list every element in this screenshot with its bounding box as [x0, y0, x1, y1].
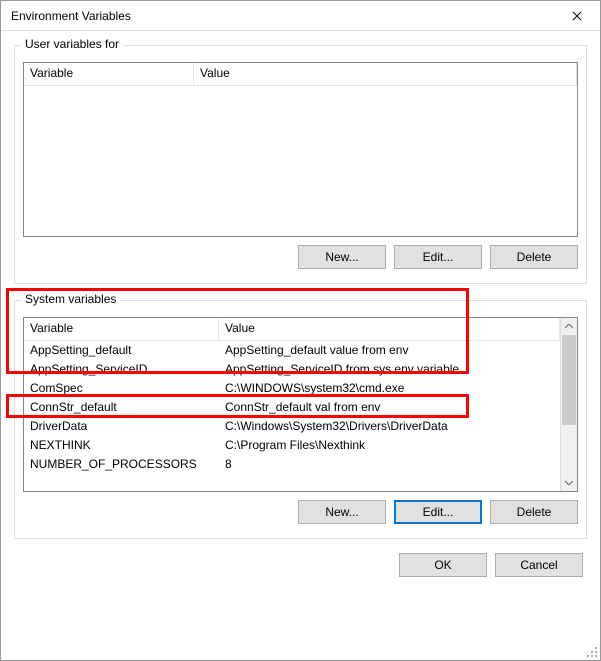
scroll-down-button[interactable] [561, 474, 577, 491]
cell-value: 8 [219, 456, 560, 473]
table-row[interactable]: DriverData C:\Windows\System32\Drivers\D… [24, 417, 560, 436]
window-title: Environment Variables [1, 9, 554, 23]
user-variables-legend: User variables for [21, 37, 123, 51]
scroll-track[interactable] [561, 335, 577, 474]
close-button[interactable] [554, 1, 600, 31]
ok-button[interactable]: OK [399, 553, 487, 577]
user-buttons-row: New... Edit... Delete [23, 237, 578, 275]
system-col-value[interactable]: Value [219, 318, 560, 341]
table-row[interactable]: ComSpec C:\WINDOWS\system32\cmd.exe [24, 379, 560, 398]
cell-variable: AppSetting_ServiceID [24, 361, 219, 378]
table-row[interactable]: AppSetting_ServiceID AppSetting_ServiceI… [24, 360, 560, 379]
cell-variable: ComSpec [24, 380, 219, 397]
system-list-header: Variable Value [24, 318, 560, 341]
system-list-body: Variable Value AppSetting_default AppSet… [24, 318, 560, 491]
cell-variable: DriverData [24, 418, 219, 435]
system-delete-button[interactable]: Delete [490, 500, 578, 524]
cell-variable: NUMBER_OF_PROCESSORS [24, 456, 219, 473]
cell-variable: AppSetting_default [24, 342, 219, 359]
system-buttons-row: New... Edit... Delete [23, 492, 578, 530]
system-new-button[interactable]: New... [298, 500, 386, 524]
system-variables-group: System variables Variable Value AppSetti… [14, 300, 587, 539]
resize-grip[interactable] [584, 644, 598, 658]
chevron-up-icon [565, 324, 573, 329]
cancel-button[interactable]: Cancel [495, 553, 583, 577]
user-variables-list[interactable]: Variable Value [23, 62, 578, 237]
table-row[interactable]: NUMBER_OF_PROCESSORS 8 [24, 455, 560, 474]
system-list-scrollbar[interactable] [560, 318, 577, 491]
cell-value: ConnStr_default val from env [219, 399, 560, 416]
dialog-footer: OK Cancel [14, 545, 587, 581]
cell-value: C:\Windows\System32\Drivers\DriverData [219, 418, 560, 435]
user-variables-group: User variables for Variable Value New...… [14, 45, 587, 284]
user-col-value[interactable]: Value [194, 63, 577, 86]
cell-value: AppSetting_default value from env [219, 342, 560, 359]
scroll-up-button[interactable] [561, 318, 577, 335]
system-variables-legend: System variables [21, 292, 120, 306]
user-list-header: Variable Value [24, 63, 577, 86]
cell-value: C:\WINDOWS\system32\cmd.exe [219, 380, 560, 397]
scroll-thumb[interactable] [562, 335, 576, 425]
system-edit-button[interactable]: Edit... [394, 500, 482, 524]
cell-value: C:\Program Files\Nexthink [219, 437, 560, 454]
resize-grip-icon [584, 644, 598, 658]
env-variables-dialog: Environment Variables User variables for… [0, 0, 601, 661]
table-row[interactable]: ConnStr_default ConnStr_default val from… [24, 398, 560, 417]
table-row[interactable]: AppSetting_default AppSetting_default va… [24, 341, 560, 360]
client-area: User variables for Variable Value New...… [1, 31, 600, 660]
user-col-variable[interactable]: Variable [24, 63, 194, 86]
cell-value: AppSetting_ServiceID from sys env variab… [219, 361, 560, 378]
user-delete-button[interactable]: Delete [490, 245, 578, 269]
titlebar: Environment Variables [1, 1, 600, 31]
close-icon [572, 11, 582, 21]
cell-variable: NEXTHINK [24, 437, 219, 454]
user-edit-button[interactable]: Edit... [394, 245, 482, 269]
chevron-down-icon [565, 480, 573, 485]
cell-variable: ConnStr_default [24, 399, 219, 416]
system-col-variable[interactable]: Variable [24, 318, 219, 341]
user-new-button[interactable]: New... [298, 245, 386, 269]
table-row[interactable]: NEXTHINK C:\Program Files\Nexthink [24, 436, 560, 455]
system-variables-list[interactable]: Variable Value AppSetting_default AppSet… [23, 317, 578, 492]
